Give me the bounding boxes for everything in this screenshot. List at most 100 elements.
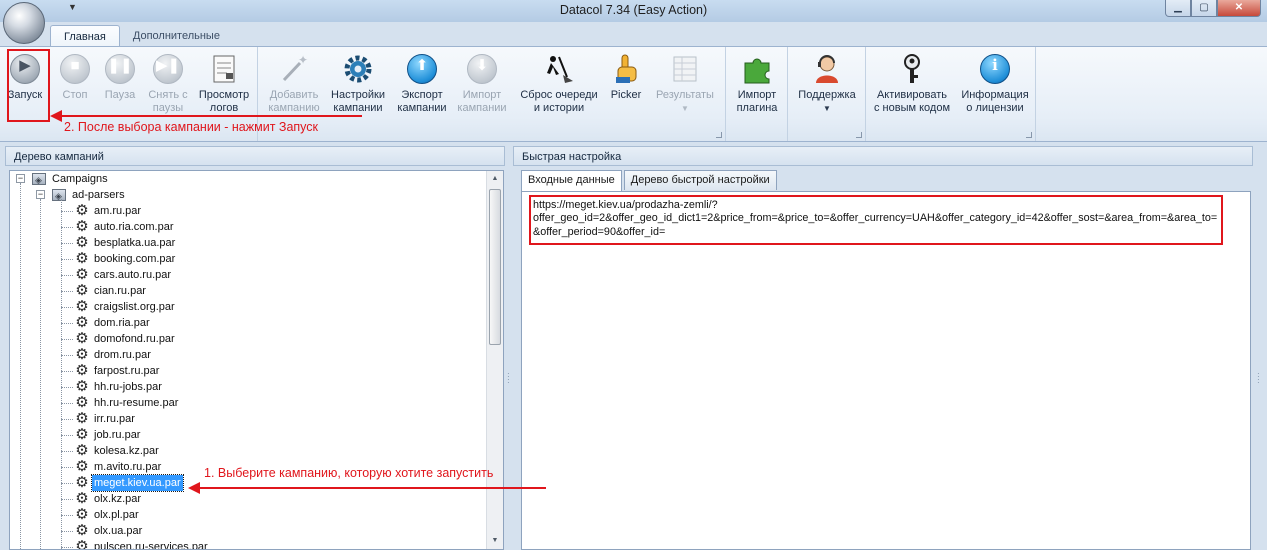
scroll-thumb[interactable] bbox=[489, 189, 501, 345]
campaign-gear-icon: ⚙ bbox=[75, 490, 89, 507]
picker-button[interactable]: Picker bbox=[606, 51, 646, 123]
tab-additional[interactable]: Дополнительные bbox=[120, 25, 233, 47]
support-agent-icon bbox=[811, 53, 843, 85]
scroll-up-icon[interactable]: ▲ bbox=[487, 171, 503, 187]
tree-item[interactable]: ⚙ farpost.ru.par bbox=[10, 363, 480, 379]
reset-queue-button[interactable]: Сброс очереди и истории bbox=[516, 51, 602, 123]
tab-input-data[interactable]: Входные данные bbox=[521, 170, 622, 191]
quick-setup-tabs: Входные данные Дерево быстрой настройки bbox=[521, 170, 779, 191]
results-dropdown-button[interactable]: Результаты ▼ bbox=[652, 51, 718, 123]
campaign-gear-icon: ⚙ bbox=[75, 346, 89, 363]
stop-icon: ■ bbox=[59, 53, 91, 85]
minimize-button[interactable]: ▁ bbox=[1165, 0, 1191, 17]
tree-guide-line bbox=[61, 499, 73, 500]
tree-item-label: besplatka.ua.par bbox=[94, 237, 176, 249]
tree-root[interactable]: − Campaigns bbox=[10, 171, 480, 188]
tree-item[interactable]: ⚙ cars.auto.ru.par bbox=[10, 267, 480, 283]
campaign-tree-header: Дерево кампаний bbox=[5, 146, 505, 166]
tree-item[interactable]: ⚙ irr.ru.par bbox=[10, 411, 480, 427]
svg-text:✦: ✦ bbox=[298, 53, 308, 67]
pointing-hand-icon bbox=[610, 53, 642, 85]
tree-item[interactable]: ⚙ job.ru.par bbox=[10, 427, 480, 443]
tree-item[interactable]: ⚙ auto.ria.com.par bbox=[10, 219, 480, 235]
tree-item-label: olx.pl.par bbox=[94, 509, 139, 521]
pause-button[interactable]: ❚❚ Пауза bbox=[100, 51, 140, 123]
ribbon-group-support: Поддержка ▼ bbox=[788, 47, 866, 141]
campaign-settings-button[interactable]: Настройки кампании bbox=[328, 51, 388, 123]
group-launcher-icon[interactable] bbox=[856, 132, 862, 138]
pause-icon: ❚❚ bbox=[104, 53, 136, 85]
splitter-grip-icon[interactable]: · · · · bbox=[1257, 370, 1260, 387]
tree-item[interactable]: ⚙ am.ru.par bbox=[10, 203, 480, 219]
tree-item[interactable]: ⚙ olx.kz.par bbox=[10, 491, 480, 507]
app-menu-orb-icon[interactable] bbox=[3, 2, 45, 44]
tree-scrollbar[interactable]: ▲ ▼ bbox=[486, 171, 503, 549]
campaign-gear-icon: ⚙ bbox=[75, 298, 89, 315]
tree-item[interactable]: ⚙ hh.ru-resume.par bbox=[10, 395, 480, 411]
license-info-button[interactable]: i Информация о лицензии bbox=[960, 51, 1030, 123]
tree-item-label: cars.auto.ru.par bbox=[94, 269, 172, 281]
campaign-gear-icon: ⚙ bbox=[75, 426, 89, 443]
import-campaign-button[interactable]: ⬇ Импорт кампании bbox=[456, 51, 508, 123]
tree-item[interactable]: ⚙ olx.pl.par bbox=[10, 507, 480, 523]
annotation-arrow-line bbox=[60, 115, 362, 117]
tree-item-label: drom.ru.par bbox=[94, 349, 151, 361]
collapse-icon[interactable]: − bbox=[36, 190, 45, 199]
window-controls: ▁ ▢ ✕ bbox=[1165, 0, 1261, 17]
import-arrow-down-icon: ⬇ bbox=[466, 53, 498, 85]
tree-item[interactable]: ⚙ booking.com.par bbox=[10, 251, 480, 267]
close-button[interactable]: ✕ bbox=[1217, 0, 1261, 17]
tree-item-label: meget.kiev.ua.par bbox=[91, 474, 184, 492]
annotation-input-highlight bbox=[529, 195, 1223, 245]
tree-item[interactable]: ⚙ drom.ru.par bbox=[10, 347, 480, 363]
tree-folder[interactable]: − ad-parsers bbox=[10, 187, 480, 204]
campaign-gear-icon: ⚙ bbox=[75, 506, 89, 523]
chevron-down-icon: ▼ bbox=[823, 104, 831, 113]
tree-item[interactable]: ⚙ craigslist.org.par bbox=[10, 299, 480, 315]
ribbon-group-license: Активировать с новым кодом i Информация … bbox=[866, 47, 1036, 141]
scroll-down-icon[interactable]: ▼ bbox=[487, 533, 503, 549]
tree-guide-line bbox=[61, 355, 73, 356]
tree-item[interactable]: ⚙ hh.ru-jobs.par bbox=[10, 379, 480, 395]
campaign-gear-icon: ⚙ bbox=[75, 522, 89, 539]
tree-guide-line bbox=[61, 243, 73, 244]
tree-item[interactable]: ⚙ besplatka.ua.par bbox=[10, 235, 480, 251]
campaign-tree[interactable]: − Campaigns − ad-parsers ⚙ am.ru.par ⚙ auto… bbox=[9, 170, 504, 550]
tree-item[interactable]: ⚙ dom.ria.par bbox=[10, 315, 480, 331]
activate-button[interactable]: Активировать с новым кодом bbox=[872, 51, 952, 123]
folder-icon bbox=[52, 188, 66, 204]
maximize-button[interactable]: ▢ bbox=[1191, 0, 1217, 17]
collapse-icon[interactable]: − bbox=[16, 174, 25, 183]
export-campaign-button[interactable]: ⬆ Экспорт кампании bbox=[396, 51, 448, 123]
group-launcher-icon[interactable] bbox=[716, 132, 722, 138]
tree-item[interactable]: ⚙ kolesa.kz.par bbox=[10, 443, 480, 459]
title-bar: ▼ Datacol 7.34 (Easy Action) ▁ ▢ ✕ bbox=[0, 0, 1267, 22]
tree-guide-line bbox=[61, 483, 73, 484]
ribbon-group-plugin: Импорт плагина bbox=[726, 47, 788, 141]
magic-wand-icon: ✦ bbox=[278, 53, 310, 85]
tree-guide-line bbox=[61, 339, 73, 340]
view-logs-button[interactable]: Просмотр логов bbox=[197, 51, 251, 123]
tree-item-label: irr.ru.par bbox=[94, 413, 135, 425]
tree-item[interactable]: ⚙ domofond.ru.par bbox=[10, 331, 480, 347]
key-icon bbox=[896, 53, 928, 85]
annotation-run-highlight bbox=[7, 49, 50, 122]
tree-item-label: farpost.ru.par bbox=[94, 365, 160, 377]
export-arrow-up-icon: ⬆ bbox=[406, 53, 438, 85]
splitter-grip-icon[interactable]: · · · · bbox=[507, 370, 510, 387]
tab-quick-setup-tree[interactable]: Дерево быстрой настройки bbox=[623, 170, 777, 190]
resume-button[interactable]: ▶❚ Снять с паузы bbox=[144, 51, 192, 123]
support-dropdown-button[interactable]: Поддержка ▼ bbox=[794, 51, 860, 123]
import-plugin-button[interactable]: Импорт плагина bbox=[732, 51, 782, 123]
tree-item[interactable]: ⚙ pulscen.ru-services.par bbox=[10, 539, 480, 549]
tree-item[interactable]: ⚙ cian.ru.par bbox=[10, 283, 480, 299]
folder-icon bbox=[32, 172, 46, 188]
group-launcher-icon[interactable] bbox=[1026, 132, 1032, 138]
tab-main[interactable]: Главная bbox=[50, 25, 120, 47]
tree-item[interactable]: ⚙ olx.ua.par bbox=[10, 523, 480, 539]
puzzle-piece-icon bbox=[741, 53, 773, 85]
broom-icon bbox=[543, 53, 575, 85]
annotation-arrow-head bbox=[50, 110, 62, 122]
campaign-gear-icon: ⚙ bbox=[75, 202, 89, 219]
add-campaign-button[interactable]: ✦ Добавить кампанию bbox=[266, 51, 322, 123]
